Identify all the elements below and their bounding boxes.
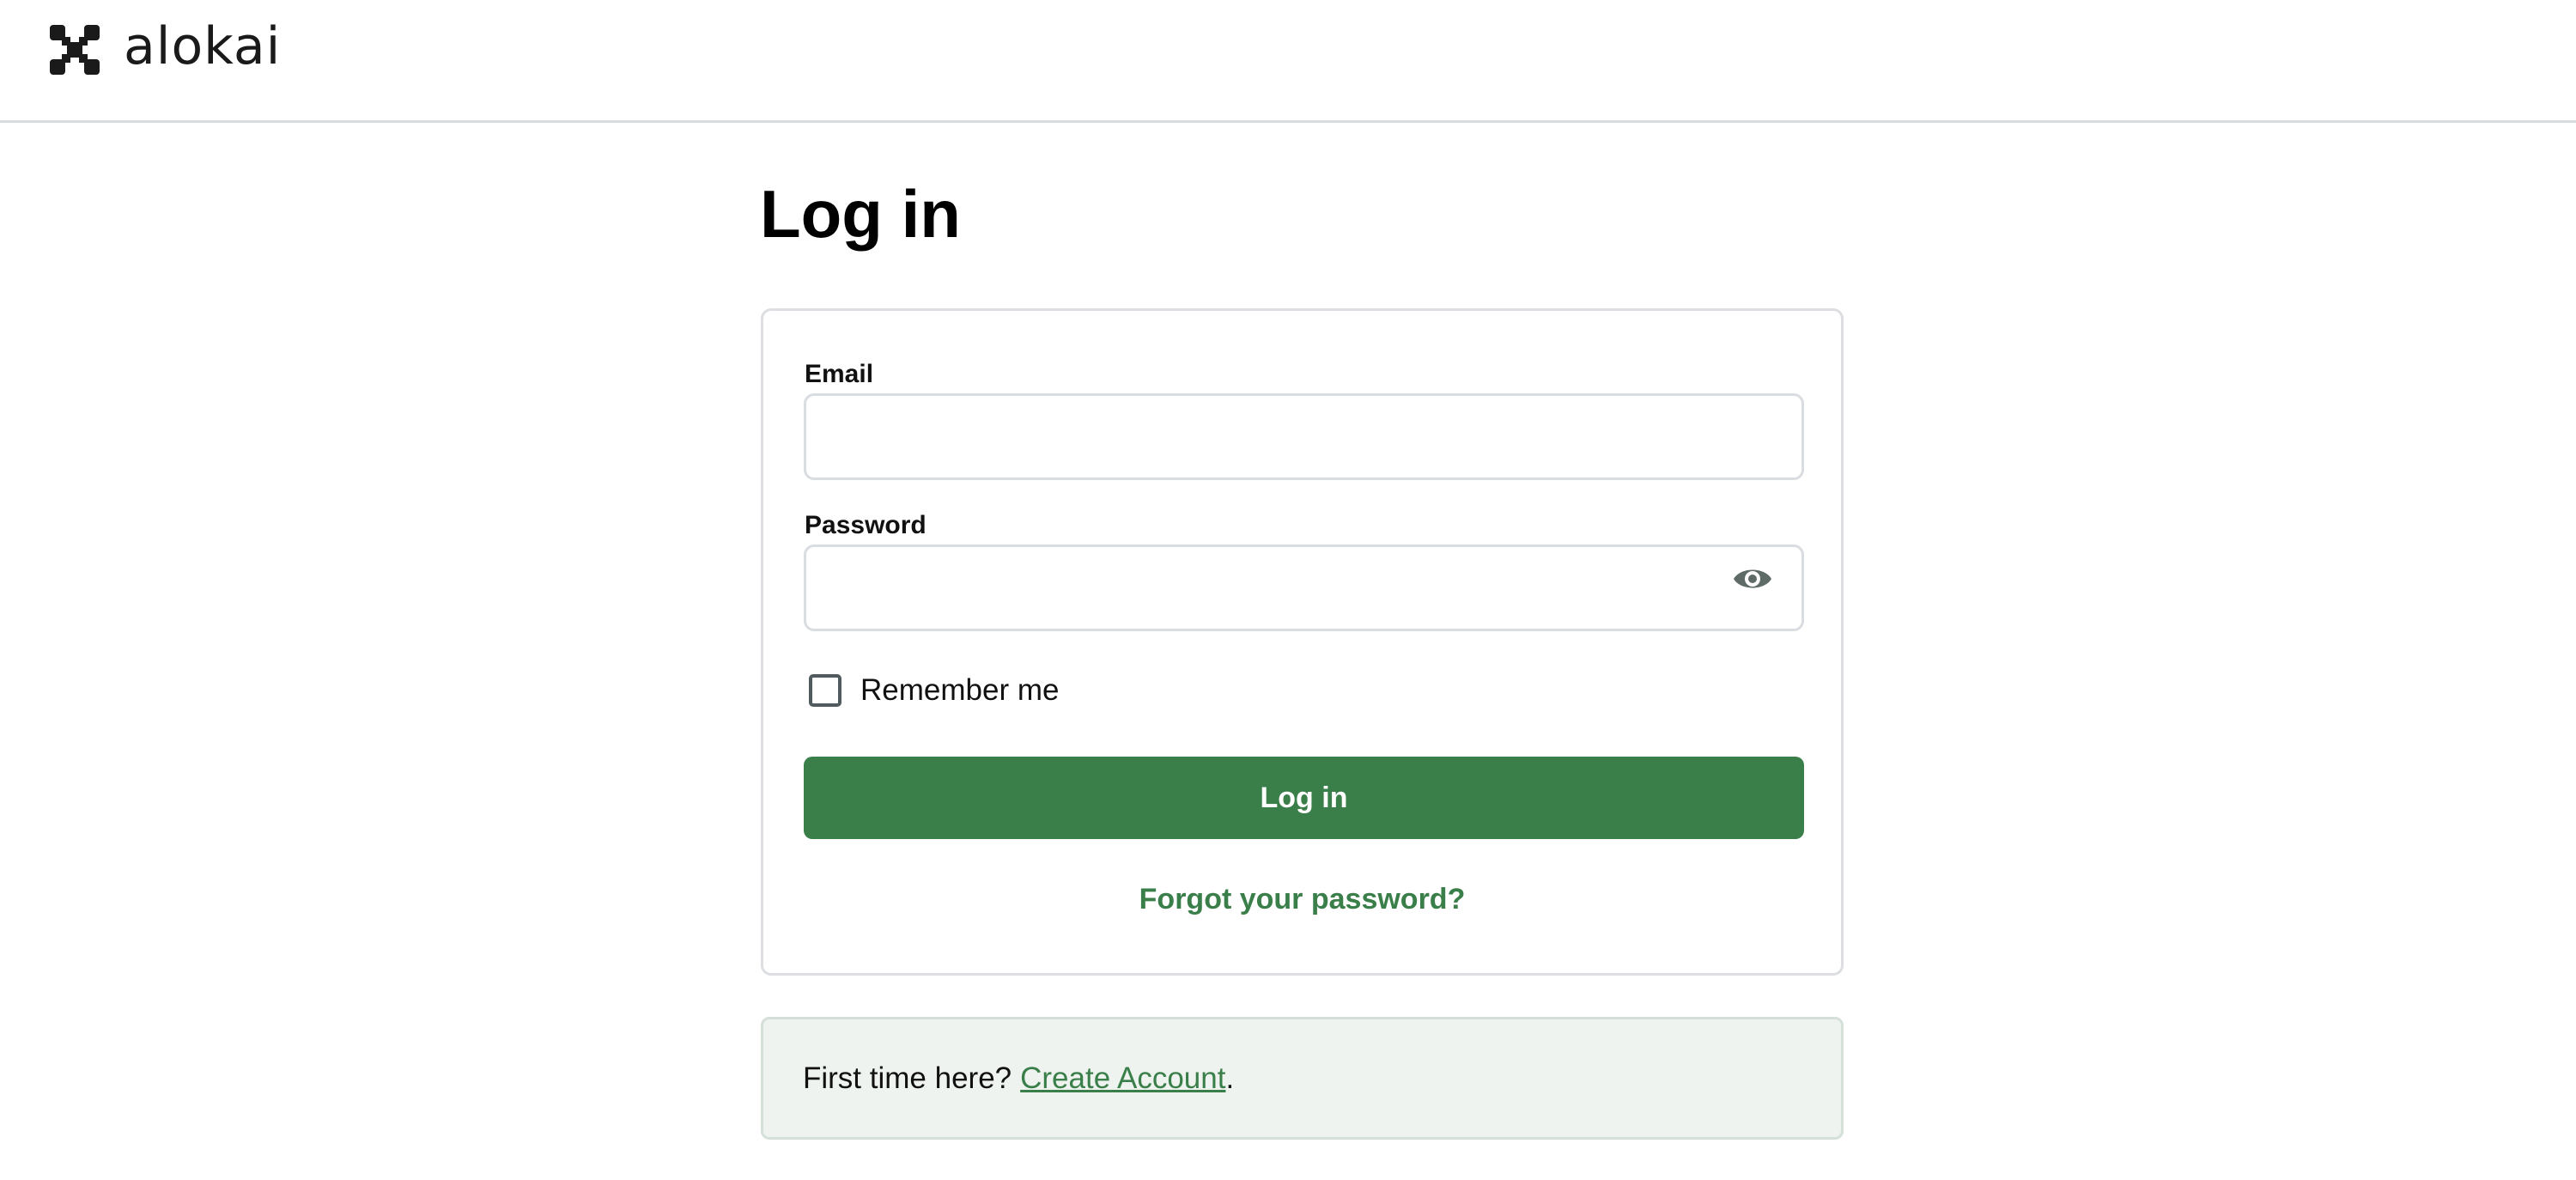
password-label: Password bbox=[805, 511, 927, 539]
login-card: Email Password Remember me Log in Forgot… bbox=[761, 308, 1844, 976]
page-title: Log in bbox=[760, 176, 961, 252]
email-label: Email bbox=[805, 360, 874, 388]
alokai-logo-icon bbox=[50, 25, 100, 75]
signup-banner: First time here? Create Account . bbox=[761, 1017, 1844, 1140]
forgot-password-link[interactable]: Forgot your password? bbox=[763, 882, 1841, 916]
signup-prompt: First time here? bbox=[803, 1061, 1012, 1095]
brand-logo[interactable]: alokai bbox=[50, 16, 282, 76]
remember-me[interactable]: Remember me bbox=[809, 673, 1059, 708]
site-header: alokai bbox=[0, 0, 2576, 123]
remember-me-checkbox[interactable] bbox=[809, 674, 841, 707]
password-input[interactable] bbox=[804, 544, 1804, 631]
email-input[interactable] bbox=[804, 393, 1804, 480]
login-button[interactable]: Log in bbox=[804, 757, 1804, 839]
signup-suffix: . bbox=[1225, 1061, 1235, 1095]
brand-name: alokai bbox=[124, 16, 282, 76]
remember-me-label[interactable]: Remember me bbox=[860, 673, 1059, 708]
eye-icon[interactable] bbox=[1732, 564, 1773, 593]
create-account-link[interactable]: Create Account bbox=[1020, 1061, 1225, 1096]
